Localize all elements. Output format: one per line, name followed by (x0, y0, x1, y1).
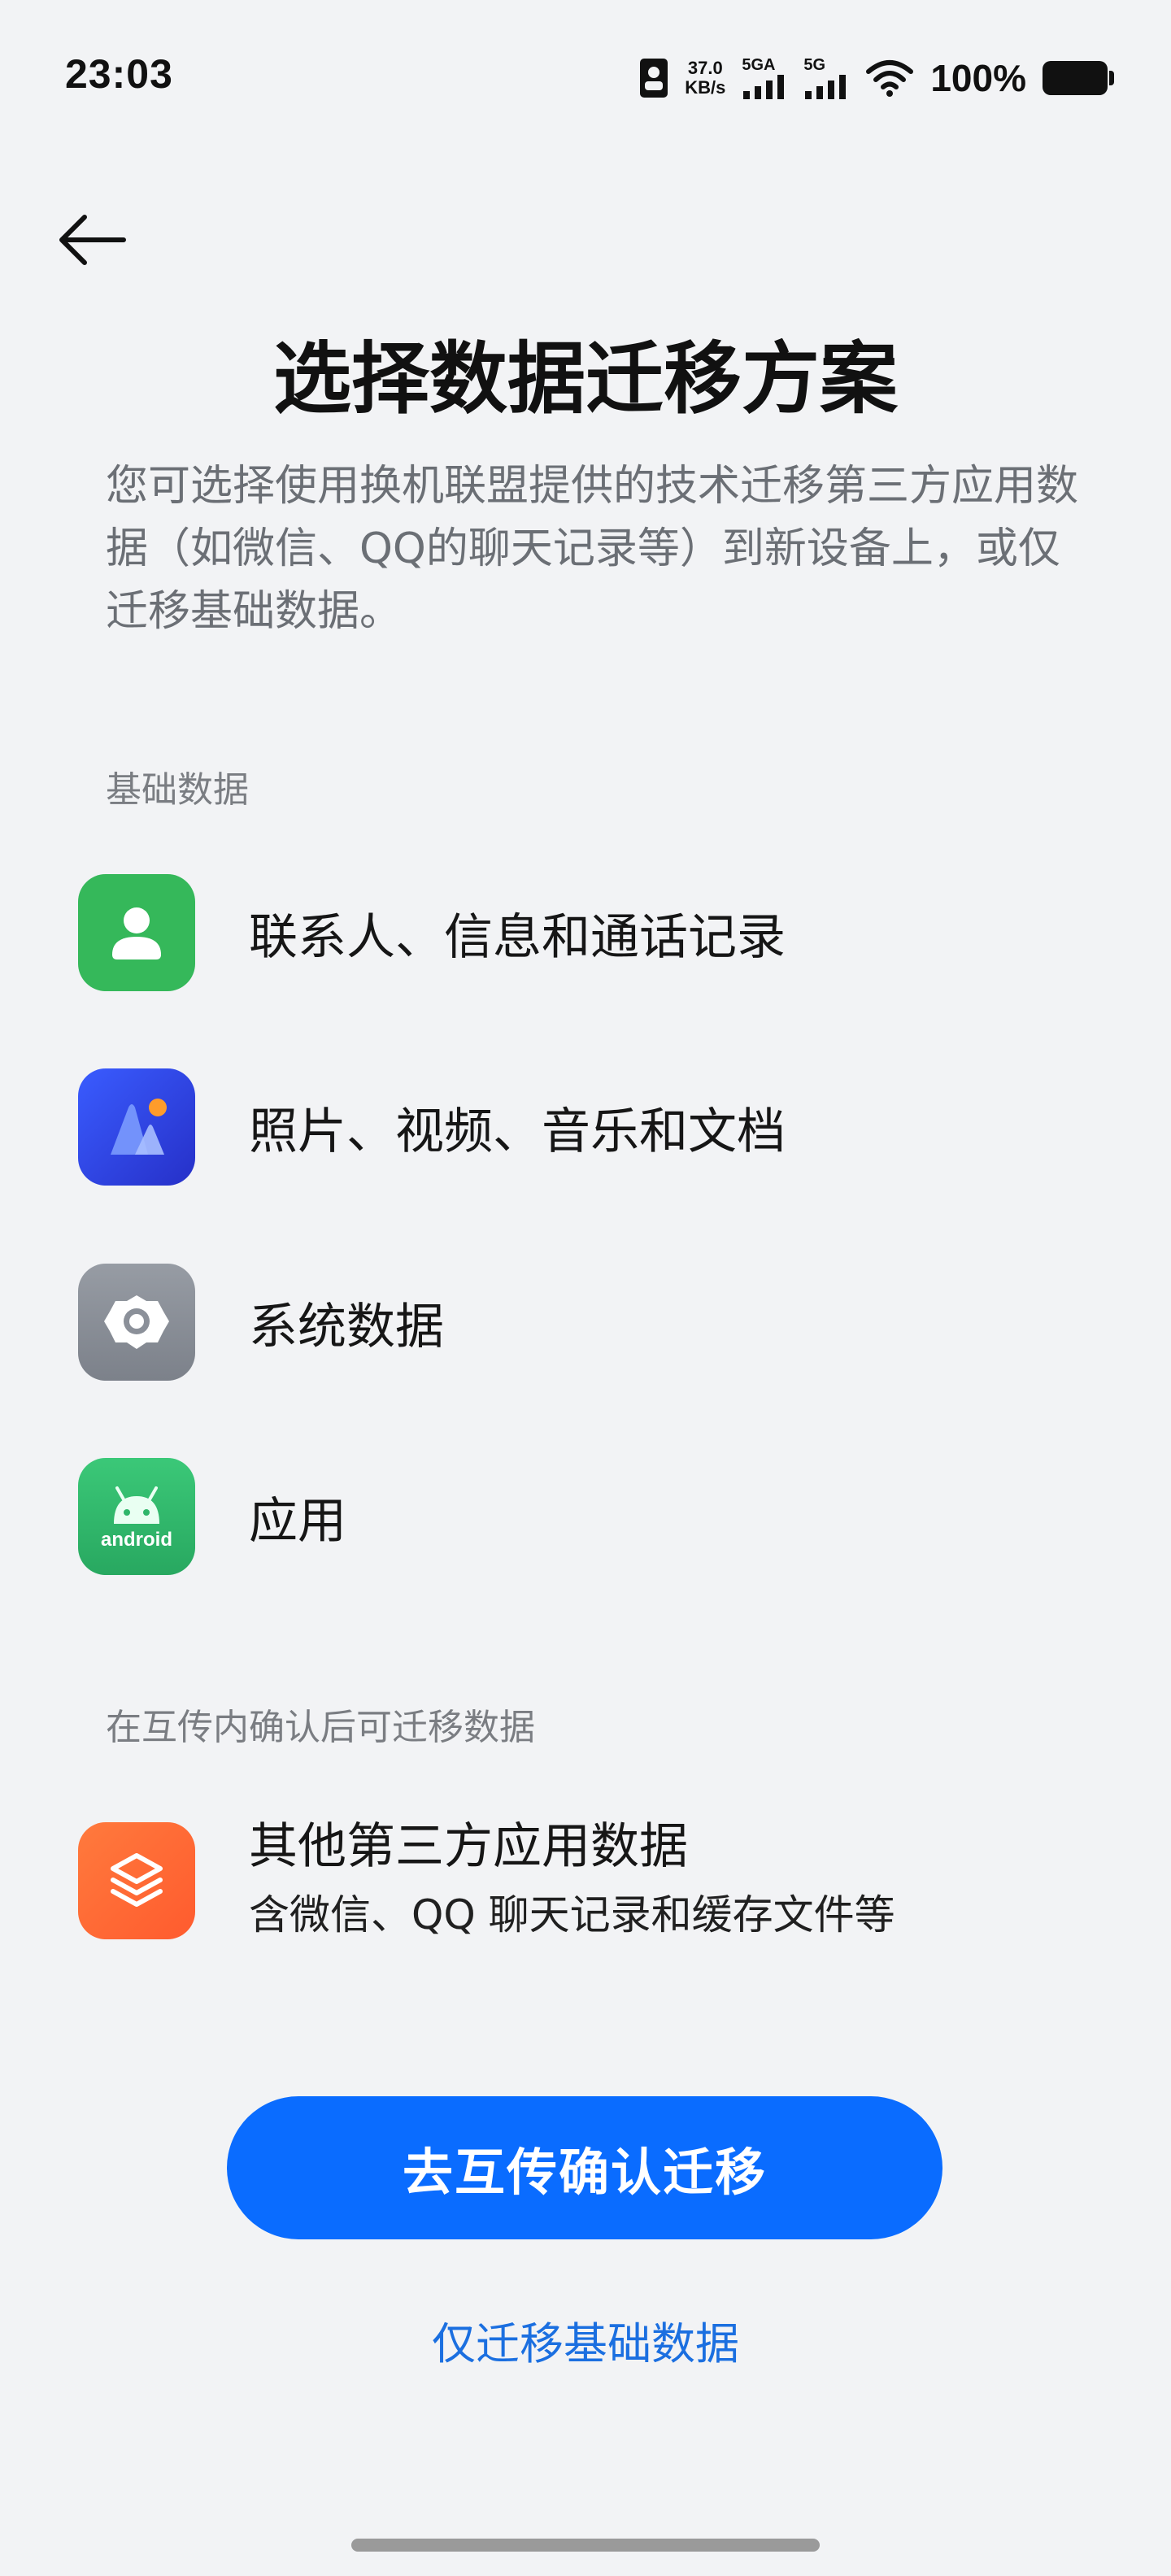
back-arrow-icon (59, 215, 126, 265)
basic-item-system[interactable]: 系统数据 (78, 1261, 1095, 1383)
battery-percent: 100% (930, 57, 1026, 99)
page-title: 选择数据迁移方案 (273, 333, 898, 424)
basic-item-media[interactable]: 照片、视频、音乐和文档 (78, 1066, 1095, 1188)
gallery-icon (78, 1068, 195, 1186)
contacts-icon (78, 874, 195, 991)
basic-item-contacts[interactable]: 联系人、信息和通话记录 (78, 872, 1095, 994)
network-speed: 37.0 KB/s (685, 59, 725, 98)
sim2-label: 5G (803, 56, 826, 74)
status-time: 23:03 (65, 51, 173, 97)
third-party-section-label: 在互传内确认后可迁移数据 (106, 1707, 535, 1748)
speed-unit: KB/s (685, 77, 726, 98)
basic-item-label: 照片、视频、音乐和文档 (249, 1103, 786, 1160)
basic-item-label: 系统数据 (249, 1298, 444, 1355)
confirm-transfer-button[interactable]: 去互传确认迁移 (227, 2096, 942, 2239)
basic-only-button[interactable]: 仅迁移基础数据 (0, 2308, 1171, 2372)
status-icons: 37.0 KB/s 5GA 5G 100% (639, 54, 1114, 102)
sim1-label: 5GA (742, 56, 776, 74)
battery-icon (1043, 61, 1114, 95)
layers-icon (78, 1822, 195, 1939)
basic-item-apps[interactable]: android 应用 (78, 1456, 1095, 1577)
android-wordmark: android (101, 1529, 172, 1551)
page-description: 您可选择使用换机联盟提供的技术迁移第三方应用数据（如微信、QQ的聊天记录等）到新… (106, 462, 1079, 636)
basic-data-section-label: 基础数据 (106, 769, 249, 811)
signal-icon: 5GA (742, 57, 787, 99)
basic-item-label: 应用 (249, 1492, 346, 1550)
third-party-item-subtitle: 含微信、QQ 聊天记录和缓存文件等 (249, 1891, 895, 1939)
wifi-icon (865, 59, 914, 98)
signal-icon: 5G (803, 57, 849, 99)
third-party-item[interactable]: 其他第三方应用数据 含微信、QQ 聊天记录和缓存文件等 (78, 1791, 1095, 1970)
android-icon: android (78, 1458, 195, 1575)
speed-value: 37.0 (687, 58, 723, 78)
settings-gear-icon (78, 1264, 195, 1381)
third-party-item-title: 其他第三方应用数据 (249, 1818, 688, 1875)
basic-item-label: 联系人、信息和通话记录 (249, 908, 786, 966)
sim-card-icon (639, 58, 668, 98)
back-button[interactable] (47, 195, 137, 285)
home-indicator[interactable] (351, 2539, 820, 2552)
